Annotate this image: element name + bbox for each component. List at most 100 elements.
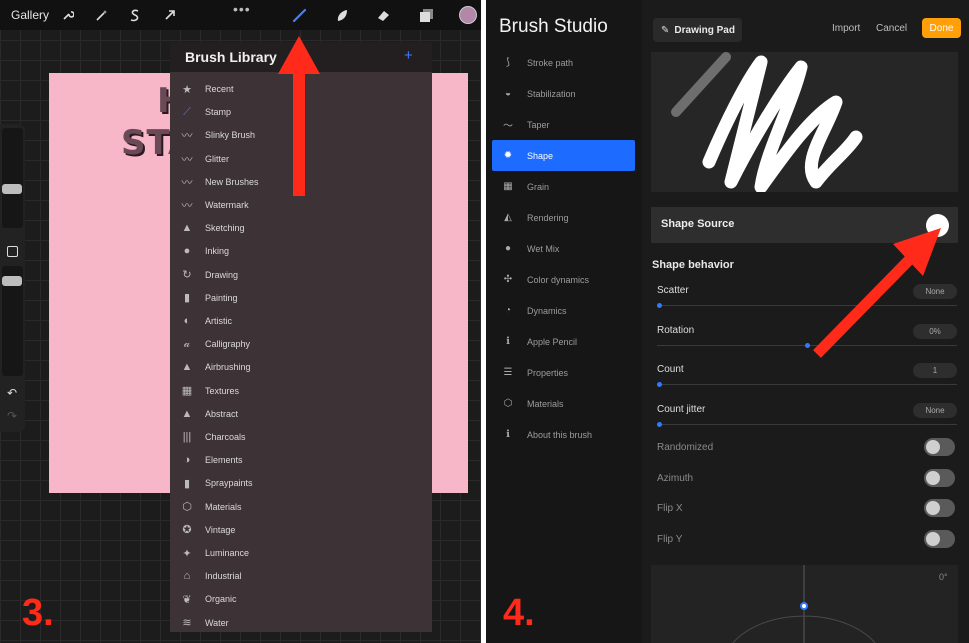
toggle-knob	[926, 531, 940, 546]
studio-menu-item[interactable]: ◭ Rendering	[492, 202, 635, 233]
layers-icon[interactable]	[418, 7, 434, 23]
slider-knob[interactable]	[657, 421, 662, 427]
toggle-switch[interactable]	[924, 499, 955, 517]
studio-menu-label: Dynamics	[527, 305, 567, 316]
brush-set-icon: ◑	[183, 454, 191, 467]
slider-value[interactable]: None	[913, 402, 957, 418]
import-button[interactable]: Import	[832, 23, 860, 34]
dial-degree-label: 0°	[939, 572, 948, 582]
studio-menu-icon: ▦	[503, 181, 513, 192]
slider-value[interactable]: 1	[913, 363, 957, 378]
toggle-switch[interactable]	[924, 468, 955, 487]
studio-menu-item[interactable]: ◔ Dynamics	[492, 295, 635, 326]
studio-menu-item[interactable]: 〜 Taper	[492, 109, 635, 140]
brush-set-item[interactable]: ⌂ Industrial	[170, 565, 432, 587]
eraser-icon[interactable]	[375, 7, 391, 23]
arrow-cursor-icon[interactable]	[162, 7, 178, 23]
studio-menu-item[interactable]: ✹ Shape	[492, 140, 635, 171]
studio-menu-label: Stabilization	[527, 88, 576, 99]
magic-wand-icon[interactable]	[93, 7, 109, 23]
brush-set-item[interactable]: ● Inking	[170, 240, 432, 262]
brush-set-label: Drawing	[205, 269, 239, 280]
studio-menu-item[interactable]: ⟆ Stroke path	[492, 47, 635, 78]
brush-size-slider[interactable]	[2, 128, 23, 228]
brush-set-item[interactable]: ↻ Drawing	[170, 264, 432, 286]
brush-set-label: Glitter	[205, 153, 230, 164]
brush-preview[interactable]	[651, 52, 958, 192]
studio-menu-item[interactable]: ℹ Apple Pencil	[492, 326, 635, 357]
brush-set-icon: ⬡	[182, 501, 192, 514]
toggle-switch[interactable]	[924, 438, 955, 456]
gallery-button[interactable]: Gallery	[11, 8, 49, 22]
undo-icon[interactable]: ↶	[7, 386, 17, 400]
toggle-knob	[926, 440, 940, 454]
done-button[interactable]: Done	[922, 18, 961, 38]
studio-menu-item[interactable]: ☰ Properties	[492, 357, 635, 388]
brush-studio-title: Brush Studio	[499, 16, 608, 37]
studio-menu-icon: ◔	[504, 305, 512, 316]
slider-knob[interactable]	[657, 303, 662, 308]
opacity-knob[interactable]	[2, 276, 22, 286]
toggle-label: Flip X	[657, 503, 683, 514]
smudge-icon[interactable]	[334, 7, 350, 23]
brush-set-icon: ▲	[181, 361, 193, 374]
redo-icon[interactable]: ↷	[7, 409, 17, 423]
brush-set-icon: ⟋	[183, 105, 191, 118]
wrench-icon[interactable]	[60, 7, 76, 23]
toggle-switch[interactable]	[924, 529, 955, 548]
studio-menu-item[interactable]: ℹ About this brush	[492, 419, 635, 450]
studio-menu-icon: 〜	[503, 121, 513, 132]
brush-set-icon: ◐	[183, 315, 191, 327]
studio-menu-item[interactable]: ▦ Grain	[492, 171, 635, 202]
drawing-pad-button[interactable]: ✎ Drawing Pad	[653, 18, 742, 42]
brush-set-item[interactable]: ▦ Textures	[170, 380, 432, 402]
studio-menu-item[interactable]: ◒ Stabilization	[492, 78, 635, 109]
dial-handle[interactable]	[800, 602, 808, 610]
brush-set-label: Luminance	[205, 548, 250, 558]
slider-knob[interactable]	[804, 342, 810, 348]
brush-set-item[interactable]: ❦ Organic	[170, 588, 432, 610]
brush-set-item[interactable]: ≋ Water	[170, 612, 432, 634]
studio-menu-icon: ⟆	[506, 57, 510, 68]
brush-set-label: Inking	[205, 246, 230, 257]
studio-menu-item[interactable]: ⬡ Materials	[492, 388, 635, 419]
brush-set-item[interactable]: ▲ Sketching	[170, 217, 432, 239]
brush-icon[interactable]	[292, 7, 308, 23]
brush-set-item[interactable]: ▲ Airbrushing	[170, 356, 432, 378]
brush-set-item[interactable]: ▲ Abstract	[170, 403, 432, 425]
brush-set-item[interactable]: ◐ Artistic	[170, 310, 432, 332]
slider-knob[interactable]	[657, 382, 662, 387]
brush-set-label: Organic	[205, 594, 237, 605]
rotation-dial[interactable]: 0°	[651, 565, 958, 643]
brush-size-knob[interactable]	[2, 184, 22, 194]
more-dots[interactable]: •••	[233, 1, 251, 17]
modify-button[interactable]	[7, 246, 18, 257]
slider-label: Scatter	[657, 285, 689, 296]
brush-set-item[interactable]: ✪ Vintage	[170, 519, 432, 541]
brush-set-label: Airbrushing	[205, 362, 251, 373]
brush-set-icon: ≋	[182, 617, 192, 630]
slider-track[interactable]	[657, 384, 957, 385]
selection-s-icon[interactable]	[127, 7, 143, 23]
studio-menu-label: Stroke path	[527, 57, 574, 68]
step-number-3: 3.	[22, 592, 54, 634]
studio-menu-label: Grain	[527, 181, 550, 192]
studio-menu-item[interactable]: ✣ Color dynamics	[492, 264, 635, 295]
brush-set-item[interactable]: ◑ Elements	[170, 449, 432, 471]
studio-menu-item[interactable]: ● Wet Mix	[492, 233, 635, 264]
slider-track[interactable]	[657, 423, 957, 425]
current-color-swatch[interactable]	[459, 6, 477, 24]
add-brush-button[interactable]: +	[404, 47, 413, 64]
studio-menu-label: Wet Mix	[527, 243, 560, 254]
brush-set-item[interactable]: ✦ Luminance	[170, 542, 432, 564]
brush-set-icon: ▲	[181, 222, 193, 235]
brush-set-item[interactable]: 𝒶 Calligraphy	[170, 333, 432, 355]
brush-set-item[interactable]: ⬡ Materials	[170, 496, 432, 518]
brush-set-label: Stamp	[205, 107, 232, 118]
brush-set-item[interactable]: ||| Charcoals	[170, 426, 432, 448]
brush-set-icon: |||	[182, 431, 192, 443]
brush-set-item[interactable]: ▮ Spraypaints	[170, 472, 432, 494]
studio-menu-label: About this brush	[527, 429, 593, 440]
brush-set-item[interactable]: ▮ Painting	[170, 287, 432, 309]
cancel-button[interactable]: Cancel	[876, 23, 907, 34]
